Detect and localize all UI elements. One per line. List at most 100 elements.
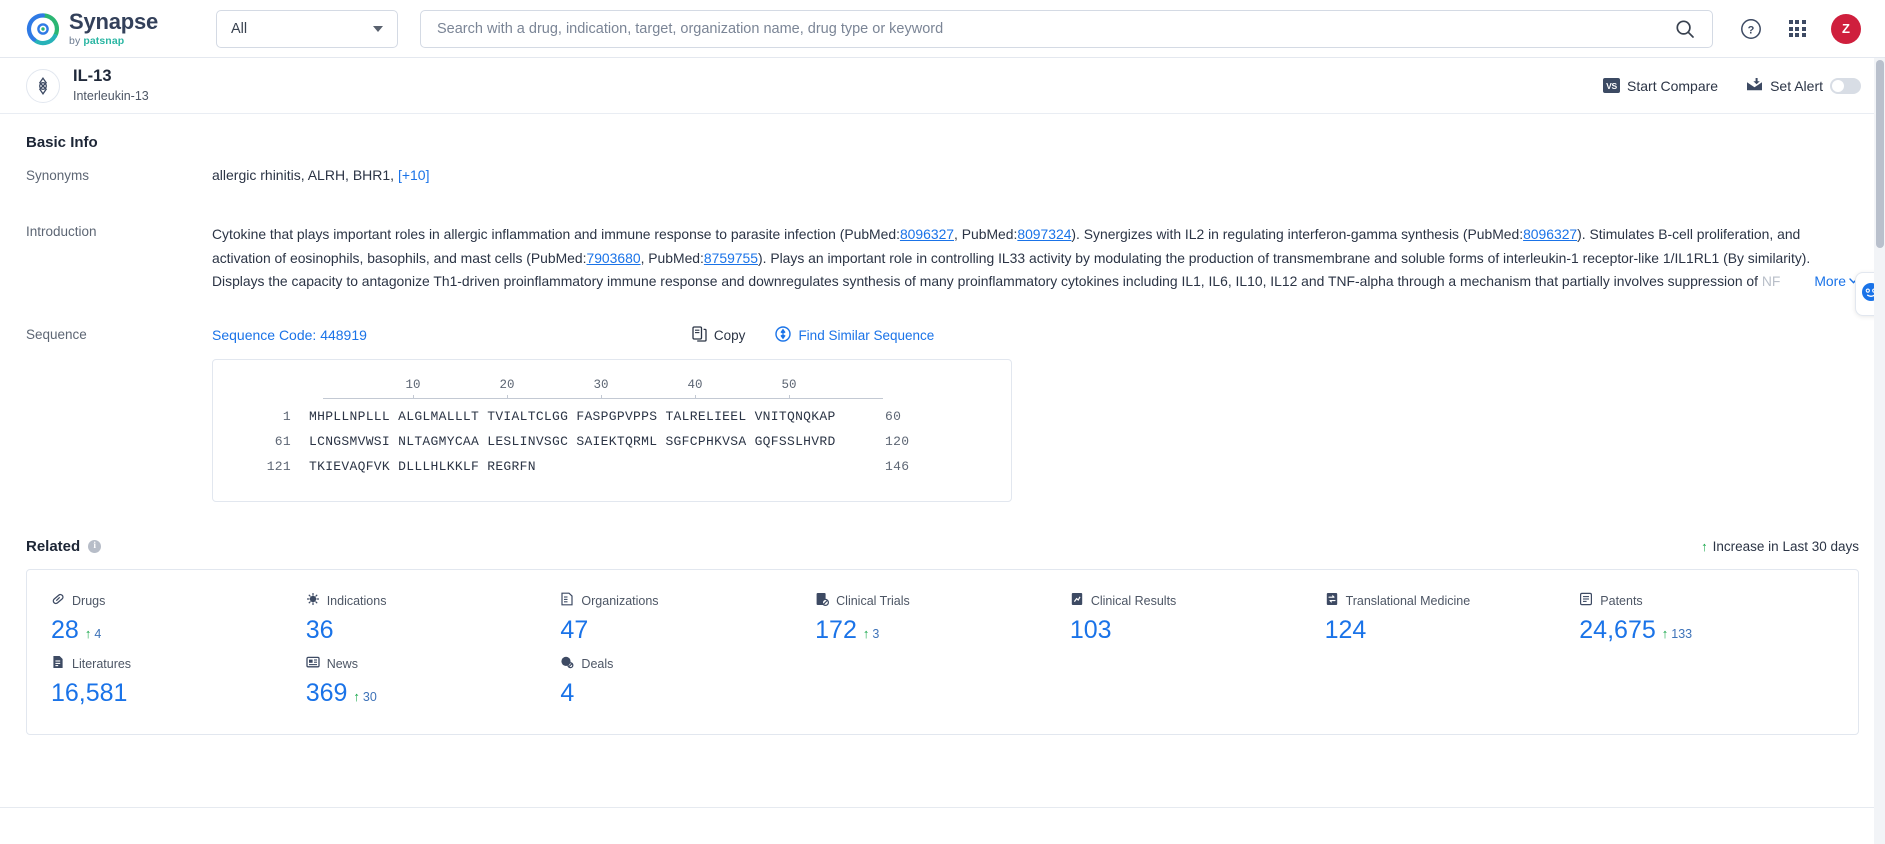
entity-actions: VS Start Compare Set Alert	[1603, 77, 1861, 95]
apps-grid-icon[interactable]	[1785, 17, 1809, 41]
stat-delta: ↑ 133	[1661, 625, 1693, 641]
find-similar-icon	[775, 325, 792, 345]
sequence-end-index: 146	[885, 458, 910, 474]
ruler-tick: 50	[781, 377, 797, 392]
stat-label: Clinical Trials	[836, 594, 910, 608]
stat-label: Deals	[581, 657, 614, 671]
target-icon	[26, 68, 60, 103]
patent-icon	[1579, 592, 1593, 611]
stat-delta: ↑ 3	[862, 625, 880, 641]
stat-organizations[interactable]: Organizations 47	[560, 592, 815, 645]
stat-indications[interactable]: Indications 36	[306, 592, 561, 645]
pubmed-link[interactable]: 8759755	[704, 250, 758, 266]
vertical-scrollbar[interactable]	[1874, 58, 1885, 844]
ruler-tick: 40	[687, 377, 703, 392]
user-avatar[interactable]: Z	[1831, 13, 1861, 44]
versus-icon: VS	[1603, 78, 1621, 93]
sequence-end-index: 60	[885, 408, 902, 424]
introduction-label: Introduction	[26, 224, 97, 239]
sequence-start-index: 61	[274, 433, 291, 449]
ruler-tick: 20	[499, 377, 515, 392]
sequence-code-link[interactable]: Sequence Code: 448919	[212, 327, 367, 343]
stat-clinical-trials[interactable]: Clinical Trials 172 ↑ 3	[815, 592, 1070, 645]
synonyms-more-link[interactable]: [+10]	[398, 167, 430, 183]
sequence-line: 121 TKIEVAQFVK DLLLHLKKLF REGRFN 146	[235, 454, 989, 479]
introduction-row: Introduction Cytokine that plays importa…	[26, 223, 1859, 294]
intro-part-2: , PubMed:	[954, 226, 1018, 242]
info-icon[interactable]: i	[88, 539, 102, 553]
help-circle-icon[interactable]: ?	[1739, 17, 1763, 41]
intro-truncated-text: NF	[1761, 273, 1781, 289]
start-compare-button[interactable]: VS Start Compare	[1603, 78, 1718, 94]
logo-wordmark: Synapse	[69, 8, 159, 34]
related-title: Related	[26, 537, 81, 555]
search-input[interactable]	[437, 20, 1674, 37]
stat-value[interactable]: 172	[815, 615, 857, 645]
sequence-viewer: 10 20 30 40 50 1 MHPLLNPLLL ALGLMALLLT T…	[212, 358, 1012, 502]
clinical-result-icon	[1070, 592, 1084, 611]
translational-icon	[1325, 592, 1339, 611]
stat-delta: ↑ 4	[84, 625, 102, 641]
stat-value[interactable]: 24,675	[1579, 615, 1655, 645]
search-scope-select[interactable]: All	[216, 9, 398, 48]
scrollbar-thumb[interactable]	[1876, 60, 1884, 248]
pubmed-link[interactable]: 7903680	[586, 250, 640, 266]
sequence-line: 61 LCNGSMVWSI NLTAGMYCAA LESLINVSGC SAIE…	[235, 429, 989, 454]
synapse-logo[interactable]: Synapse by patsnap	[26, 8, 176, 47]
stat-value[interactable]: 4	[560, 678, 574, 708]
app-page: Synapse by patsnap All ?	[0, 0, 1885, 844]
stat-patents[interactable]: Patents 24,675 ↑ 133	[1579, 592, 1834, 645]
stat-value[interactable]: 103	[1070, 615, 1112, 645]
sequence-start-index: 1	[282, 408, 291, 424]
sequence-start-index: 121	[266, 458, 291, 474]
pubmed-link[interactable]: 8097324	[1017, 226, 1071, 242]
sequence-header: Sequence Code: 448919 Copy Find Similar …	[212, 325, 1859, 345]
top-header-actions: ? Z	[1739, 13, 1861, 44]
introduction-more-button[interactable]: More	[1810, 270, 1859, 294]
stat-label: Translational Medicine	[1345, 594, 1471, 608]
sequence-residues: MHPLLNPLLL ALGLMALLLT TVIALTCLGG FASPGPV…	[309, 408, 836, 424]
entity-title: IL-13	[73, 66, 112, 85]
ruler-tick: 10	[405, 377, 421, 392]
stat-delta: ↑ 30	[353, 688, 377, 704]
synonyms-row: Synonyms allergic rhinitis, ALRH, BHR1, …	[26, 167, 1859, 183]
more-label: More	[1814, 273, 1846, 289]
stat-deals[interactable]: Deals 4	[560, 655, 815, 708]
stat-label: Indications	[326, 594, 387, 608]
stat-value[interactable]: 16,581	[51, 678, 127, 708]
virus-icon	[306, 592, 320, 611]
set-alert-toggle[interactable]	[1830, 77, 1861, 94]
set-alert-control[interactable]: Set Alert	[1746, 77, 1861, 95]
sequence-residues: TKIEVAQFVK DLLLHLKKLF REGRFN	[309, 458, 536, 474]
sequence-residues: LCNGSMVWSI NLTAGMYCAA LESLINVSGC SAIEKTQ…	[309, 433, 836, 449]
stat-value[interactable]: 124	[1325, 615, 1367, 645]
stat-literatures[interactable]: Literatures 16,581	[51, 655, 306, 708]
copy-sequence-button[interactable]: Copy	[692, 325, 745, 345]
top-header: Synapse by patsnap All ?	[0, 0, 1885, 58]
search-scope-value: All	[231, 20, 248, 37]
news-icon	[306, 655, 320, 674]
pubmed-link[interactable]: 8096327	[900, 226, 954, 242]
svg-text:?: ?	[1748, 24, 1755, 36]
search-bar[interactable]	[420, 9, 1713, 48]
stat-label: Clinical Results	[1090, 594, 1177, 608]
stat-translational-medicine[interactable]: Translational Medicine 124	[1325, 592, 1580, 645]
stat-value[interactable]: 369	[306, 678, 348, 708]
synonyms-label: Synonyms	[26, 168, 90, 183]
clinical-trial-icon	[815, 592, 830, 611]
stat-label: Drugs	[72, 594, 106, 608]
stat-value[interactable]: 47	[560, 615, 588, 645]
entity-header: IL-13 Interleukin-13 VS Start Compare Se…	[0, 58, 1885, 114]
envelope-alert-icon	[1746, 77, 1763, 95]
pubmed-link[interactable]: 8096327	[1523, 226, 1577, 242]
stat-clinical-results[interactable]: Clinical Results 103	[1070, 592, 1325, 645]
find-similar-sequence-button[interactable]: Find Similar Sequence	[775, 325, 935, 345]
stat-news[interactable]: News 369 ↑ 30	[306, 655, 561, 708]
stat-label: Patents	[1600, 594, 1643, 608]
stat-value[interactable]: 36	[306, 615, 334, 645]
search-icon[interactable]	[1674, 18, 1696, 40]
stat-drugs[interactable]: Drugs 28 ↑ 4	[51, 592, 306, 645]
intro-part-1: Cytokine that plays important roles in a…	[212, 226, 900, 242]
find-similar-label: Find Similar Sequence	[798, 327, 935, 343]
stat-value[interactable]: 28	[51, 615, 79, 645]
